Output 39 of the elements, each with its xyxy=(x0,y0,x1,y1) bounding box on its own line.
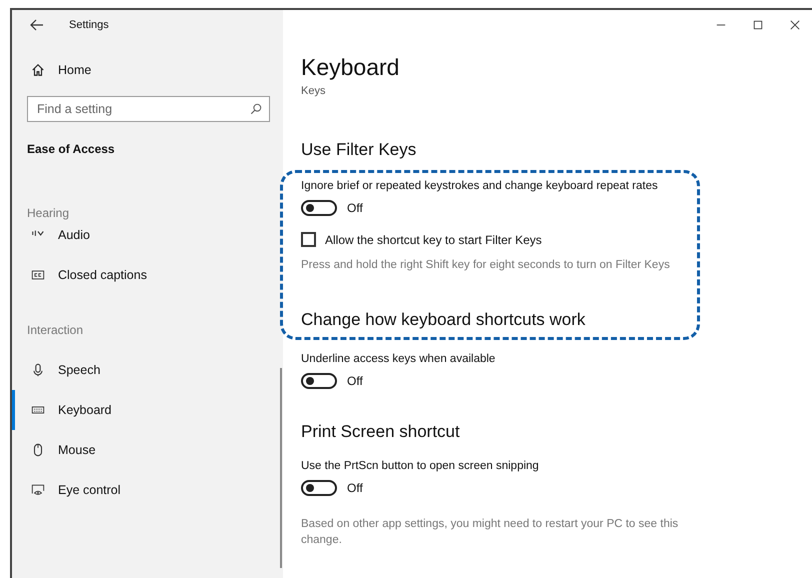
home-nav-item[interactable]: Home xyxy=(12,50,283,90)
hint-text: Press and hold the right Shift key for eight seconds to turn on Filter Keys xyxy=(301,258,671,273)
back-arrow-icon[interactable] xyxy=(30,18,44,32)
close-icon[interactable] xyxy=(790,20,800,30)
setting-label: Ignore brief or repeated keystrokes and change keyboard repeat rates xyxy=(301,180,659,192)
eye-monitor-icon xyxy=(31,483,45,497)
toggle-state: Off xyxy=(347,374,363,388)
toggle-switch[interactable] xyxy=(301,200,337,216)
sidebar-item[interactable]: Mouse xyxy=(12,430,283,470)
toggle-switch[interactable] xyxy=(301,480,337,496)
section-heading: Use Filter Keys xyxy=(301,140,418,160)
toggle-switch[interactable] xyxy=(301,373,337,389)
sidebar-item[interactable]: Eye control xyxy=(12,470,283,510)
group-heading: Interaction xyxy=(26,323,84,337)
mouse-icon xyxy=(31,443,45,457)
page-subtitle: Keys xyxy=(301,85,326,97)
section-heading: Print Screen shortcut xyxy=(301,422,461,442)
maximize-icon[interactable] xyxy=(753,20,763,30)
checkbox-label: Allow the shortcut key to start Filter Keys xyxy=(325,232,542,246)
scrollbar[interactable] xyxy=(280,368,282,568)
captions-icon xyxy=(31,268,45,282)
hint-text: Based on other app settings, you might need to restart your PC to see this change. xyxy=(301,517,680,548)
checkbox[interactable] xyxy=(301,232,316,247)
window-title: Settings xyxy=(69,19,109,31)
setting-label: Use the PrtScn button to open screen snipping xyxy=(301,460,540,472)
group-heading: Hearing xyxy=(26,206,70,220)
setting-label: Underline access keys when available xyxy=(301,353,496,365)
page-title: Keyboard xyxy=(301,54,400,81)
sidebar-item[interactable]: Speech xyxy=(12,350,283,390)
search-icon[interactable] xyxy=(250,103,262,115)
toggle-state: Off xyxy=(347,481,363,495)
sidebar-item[interactable]: Audio xyxy=(12,220,283,250)
toggle-state: Off xyxy=(347,201,363,215)
microphone-icon xyxy=(31,363,45,377)
search-field[interactable]: Find a setting xyxy=(27,96,270,122)
section-heading: Change how keyboard shortcuts work xyxy=(301,310,586,330)
sidebar-item[interactable]: Closed captions xyxy=(12,255,283,295)
category-heading: Ease of Access xyxy=(26,142,116,156)
home-icon xyxy=(31,63,45,77)
